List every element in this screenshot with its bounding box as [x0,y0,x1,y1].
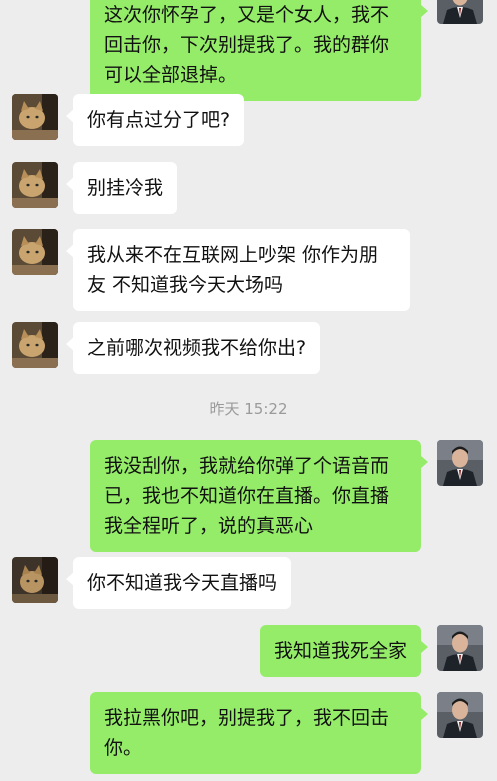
message-timestamp: 昨天 15:22 [209,400,288,418]
man-in-suit-avatar-icon [437,0,483,24]
self-avatar[interactable] [437,625,483,671]
message-bubble-sent[interactable]: 我拉黑你吧，别提我了，我不回击你。 [90,692,428,774]
man-in-suit-avatar-icon [437,440,483,486]
message-bubble-received[interactable]: 别挂冷我 [65,162,178,214]
message-bubble-sent[interactable]: 我知道我死全家 [259,625,429,677]
self-avatar[interactable] [437,0,483,24]
chat-conversation: 这次你怀孕了，又是个女人，我不回击你，下次别提我了。我的群你可以全部退掉。 你有… [0,0,497,781]
cat-photo-avatar-icon [12,229,58,275]
contact-avatar[interactable] [12,322,58,368]
message-bubble-sent[interactable]: 这次你怀孕了，又是个女人，我不回击你，下次别提我了。我的群你可以全部退掉。 [90,0,428,101]
cat-photo-avatar-icon [12,162,58,208]
man-in-suit-avatar-icon [437,625,483,671]
self-avatar[interactable] [437,440,483,486]
cat-photo-avatar-icon [12,94,58,140]
message-bubble-received[interactable]: 我从来不在互联网上吵架 你作为朋友 不知道我今天大场吗 [66,229,410,311]
cat-photo-avatar-icon [12,557,58,603]
message-bubble-sent[interactable]: 我没刮你，我就给你弹了个语音而已，我也不知道你在直播。你直播我全程听了，说的真恶… [90,440,428,552]
contact-avatar[interactable] [12,94,58,140]
self-avatar[interactable] [437,692,483,738]
message-bubble-received[interactable]: 你不知道我今天直播吗 [65,557,292,609]
message-bubble-received[interactable]: 你有点过分了吧? [65,94,245,146]
message-bubble-received[interactable]: 之前哪次视频我不给你出? [65,322,321,374]
man-in-suit-avatar-icon [437,692,483,738]
contact-avatar[interactable] [12,229,58,275]
cat-photo-avatar-icon [12,322,58,368]
contact-avatar[interactable] [12,162,58,208]
contact-avatar[interactable] [12,557,58,603]
